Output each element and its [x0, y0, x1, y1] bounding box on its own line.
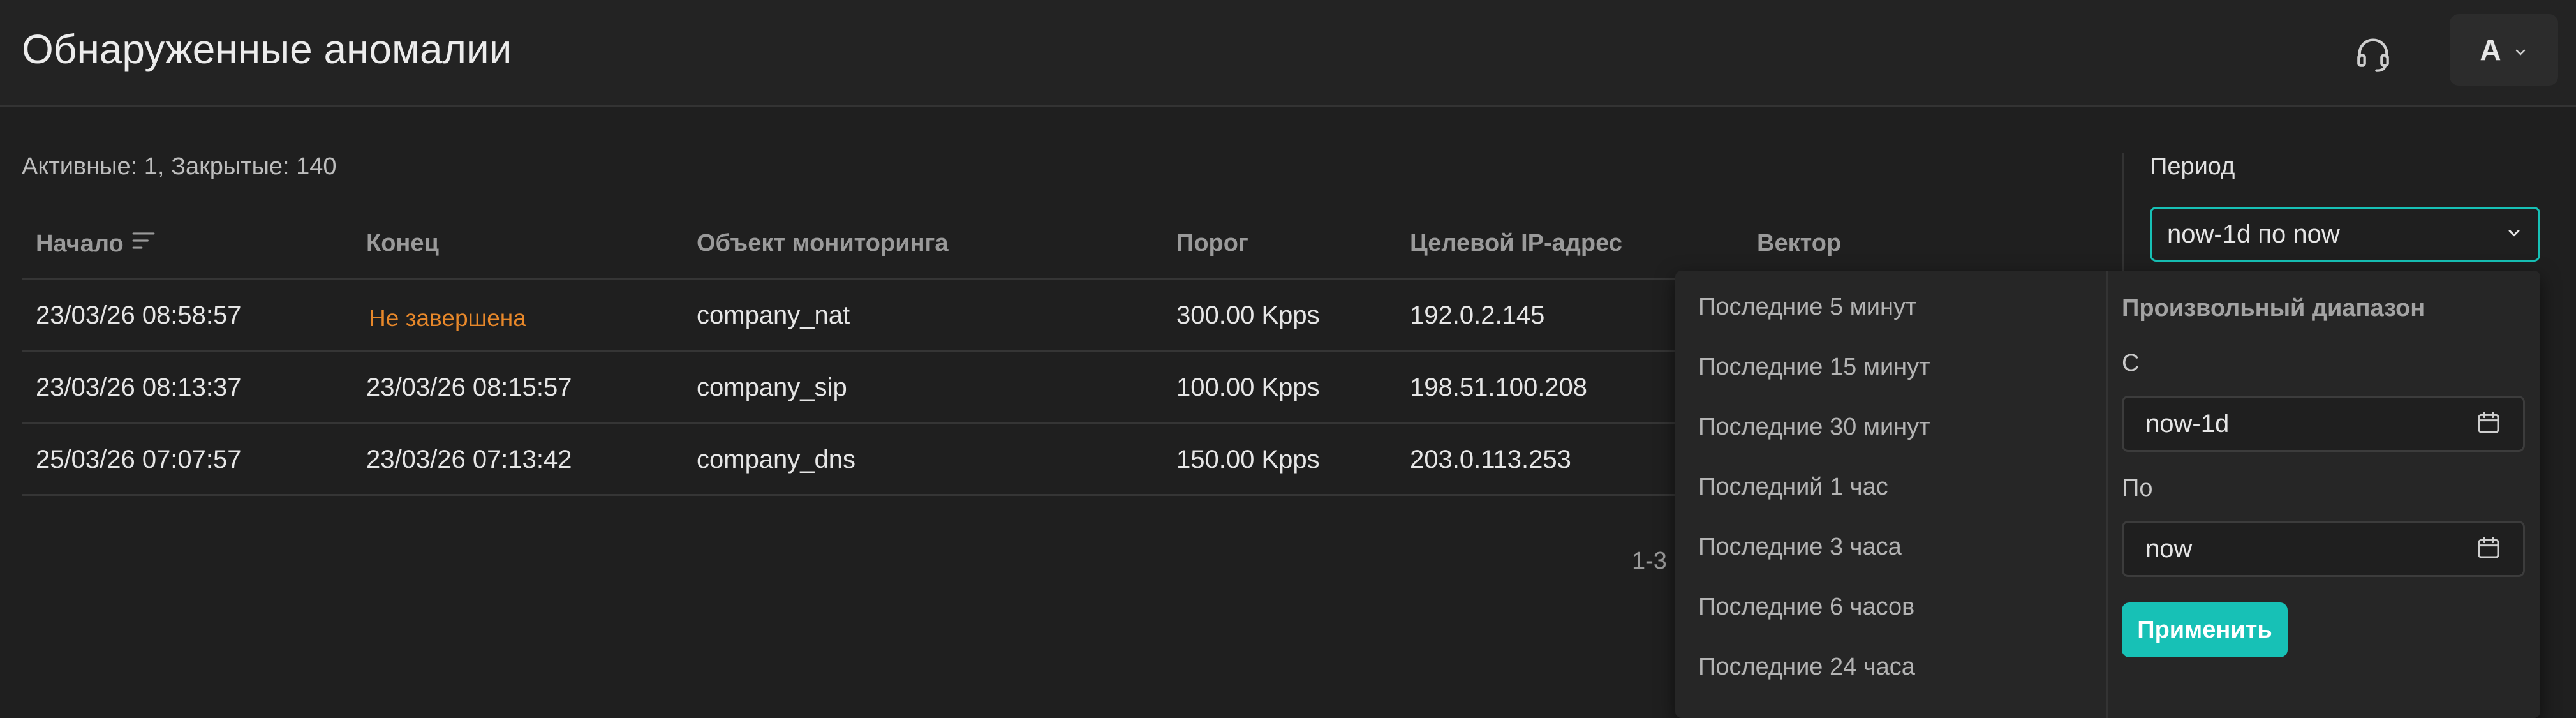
column-target-ip[interactable]: Целевой IP-адрес [1410, 230, 1622, 257]
column-threshold[interactable]: Порог [1176, 230, 1248, 257]
sort-lines-icon[interactable] [131, 230, 156, 258]
column-monitoring-object[interactable]: Объект мониторинга [697, 230, 949, 257]
cell-start: 25/03/26 07:07:57 [36, 445, 242, 474]
column-vector[interactable]: Вектор [1757, 230, 1841, 257]
column-start[interactable]: Начало [36, 230, 156, 258]
cell-end: 23/03/26 08:15:57 [366, 373, 572, 401]
to-date-input[interactable]: now [2122, 521, 2525, 577]
cell-threshold: 150.00 Kpps [1176, 445, 1320, 474]
period-label: Период [2150, 153, 2235, 180]
to-date-value: now [2145, 534, 2193, 563]
page-title: Обнаруженные аномалии [22, 26, 512, 72]
quick-range-item[interactable]: Последние 6 часов [1698, 594, 1914, 621]
status-badge: Не завершена [369, 305, 526, 331]
custom-range-title: Произвольный диапазон [2122, 295, 2425, 322]
quick-range-item[interactable]: Последние 5 минут [1698, 294, 1916, 321]
pagination-range: 1-3 [1632, 548, 1667, 574]
period-select-value: now-1d по now [2167, 220, 2340, 248]
quick-range-item[interactable]: Последние 15 минут [1698, 354, 1930, 381]
cell-start: 23/03/26 08:13:37 [36, 373, 242, 401]
chevron-down-icon [2513, 33, 2528, 67]
quick-range-list: Последние 5 минут Последние 15 минут Пос… [1675, 271, 2106, 718]
cell-object: company_sip [697, 373, 847, 401]
cell-ip: 192.0.2.145 [1410, 301, 1545, 329]
headset-icon[interactable] [2348, 28, 2399, 79]
quick-range-item[interactable]: Последние 30 минут [1698, 414, 1930, 441]
column-end[interactable]: Конец [366, 230, 439, 257]
from-date-value: now-1d [2145, 409, 2230, 438]
cell-ip: 203.0.113.253 [1410, 445, 1571, 474]
cell-object: company_nat [697, 301, 850, 329]
cell-start: 23/03/26 08:58:57 [36, 301, 242, 329]
quick-range-item[interactable]: Последние 24 часа [1698, 654, 1915, 681]
period-select[interactable]: now-1d по now [2150, 207, 2540, 262]
quick-range-item[interactable]: Последние 3 часа [1698, 534, 1902, 561]
custom-range: Произвольный диапазон С now-1d По now Пр… [2122, 271, 2530, 718]
from-label: С [2122, 350, 2140, 377]
cell-ip: 198.51.100.208 [1410, 373, 1588, 401]
quick-range-item[interactable]: Последний 1 час [1698, 474, 1888, 501]
cell-object: company_dns [697, 445, 856, 474]
dropdown-divider [2106, 271, 2108, 718]
to-label: По [2122, 475, 2153, 502]
from-date-input[interactable]: now-1d [2122, 396, 2525, 452]
period-dropdown: Последние 5 минут Последние 15 минут Пос… [1675, 271, 2540, 718]
apply-button[interactable]: Применить [2122, 602, 2288, 657]
chevron-down-icon [2505, 224, 2523, 245]
column-start-label: Начало [36, 230, 124, 257]
cell-threshold: 100.00 Kpps [1176, 373, 1320, 401]
cell-threshold: 300.00 Kpps [1176, 301, 1320, 329]
user-menu-button[interactable]: A [2450, 14, 2558, 86]
cell-end: 23/03/26 07:13:42 [366, 445, 572, 474]
top-bar: Обнаруженные аномалии A [0, 0, 2576, 107]
anomaly-summary: Активные: 1, Закрытые: 140 [22, 153, 337, 180]
calendar-icon[interactable] [2476, 410, 2501, 438]
calendar-icon[interactable] [2476, 535, 2501, 564]
avatar-letter: A [2480, 33, 2501, 66]
